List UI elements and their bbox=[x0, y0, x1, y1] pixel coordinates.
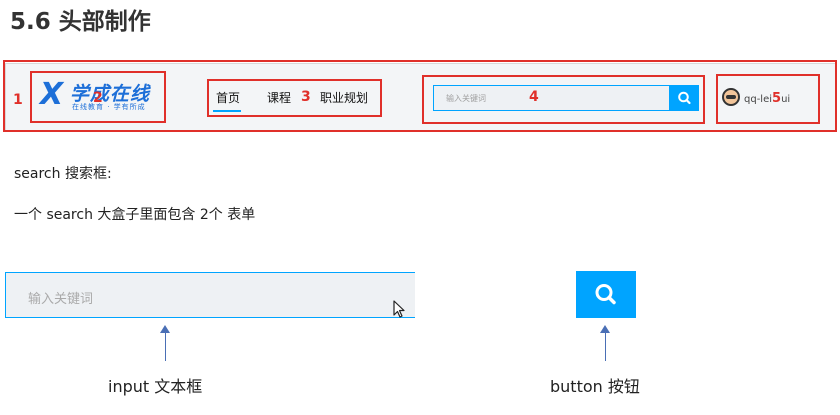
demo-input-placeholder: 输入关键词 bbox=[28, 292, 94, 307]
username-text: qq-lei bbox=[744, 94, 773, 105]
username-tail: ui bbox=[781, 94, 791, 105]
nav-item-home[interactable]: 首页 bbox=[216, 89, 240, 106]
nav-item-courses[interactable]: 课程 bbox=[267, 89, 291, 106]
annotation-number-2: 2 bbox=[93, 90, 103, 106]
annotation-number-1: 1 bbox=[13, 92, 23, 108]
header-search-placeholder: 输入关键词 bbox=[446, 94, 486, 103]
annotation-number-4: 4 bbox=[529, 89, 539, 105]
username[interactable]: qq-lei5ui bbox=[744, 91, 790, 106]
annotation-number-3: 3 bbox=[301, 89, 311, 105]
demo-search-input[interactable]: 输入关键词 bbox=[5, 272, 415, 318]
search-box-description: 一个 search 大盒子里面包含 2个 表单 bbox=[14, 207, 256, 223]
logo-tagline: 在线教育 · 学有所成 bbox=[72, 103, 146, 111]
header-search-input[interactable]: 输入关键词 bbox=[433, 85, 670, 111]
search-icon bbox=[678, 91, 691, 105]
avatar-icon[interactable] bbox=[722, 88, 740, 106]
button-caption: button 按钮 bbox=[550, 377, 640, 396]
nav-item-career[interactable]: 职业规划 bbox=[320, 89, 368, 106]
header-search-button[interactable] bbox=[670, 85, 699, 111]
avatar-visor bbox=[726, 95, 736, 99]
annotation-number-5: 5 bbox=[772, 91, 782, 106]
section-title: 5.6 头部制作 bbox=[10, 9, 151, 35]
arrow-line-button bbox=[605, 331, 606, 361]
logo-mark: X bbox=[40, 77, 64, 112]
input-caption: input 文本框 bbox=[108, 377, 203, 396]
search-icon bbox=[595, 284, 616, 305]
cursor-icon bbox=[393, 300, 405, 318]
search-box-label: search 搜索框: bbox=[14, 166, 112, 182]
arrow-line-input bbox=[165, 331, 166, 361]
demo-search-button[interactable] bbox=[576, 271, 636, 318]
nav-active-underline bbox=[213, 110, 241, 112]
